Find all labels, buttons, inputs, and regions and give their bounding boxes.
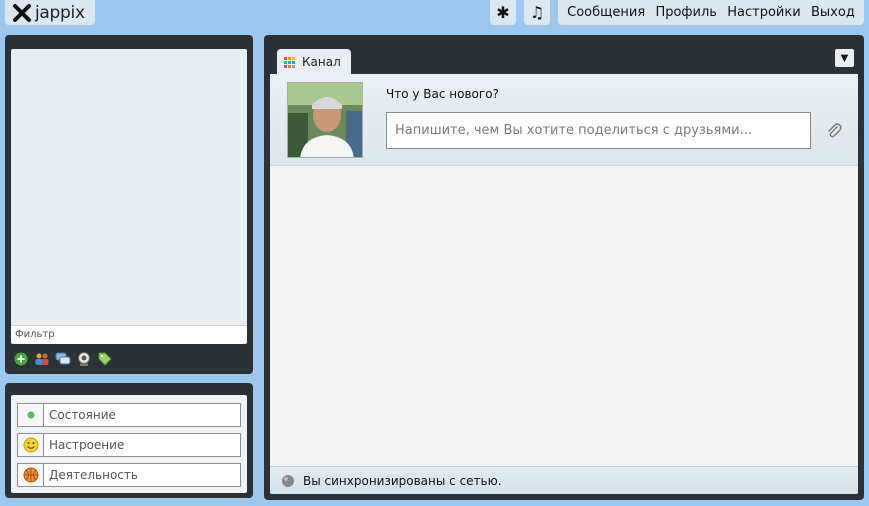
status-dot-icon (18, 404, 44, 426)
activity-selector[interactable]: Деятельность (17, 463, 241, 487)
presence-label: Состояние (49, 408, 116, 422)
status-list: Состояние Настроение Деятельность (11, 395, 247, 493)
mood-smiley-icon (18, 434, 44, 456)
roster-toolbar (13, 351, 113, 367)
mood-label: Настроение (49, 438, 125, 452)
activity-label: Деятельность (49, 468, 138, 482)
directory-icon[interactable] (76, 351, 92, 367)
menu-logout[interactable]: Выход (811, 5, 855, 20)
muc-join-icon[interactable] (55, 351, 71, 367)
mood-selector[interactable]: Настроение (17, 433, 241, 457)
menu-profile[interactable]: Профиль (655, 5, 717, 20)
compose-area: Что у Вас нового? (270, 74, 858, 166)
filter-input[interactable]: Фильтр (11, 325, 247, 344)
activity-ball-icon (18, 464, 44, 486)
status-panel: Состояние Настроение Деятельность (5, 383, 253, 498)
jappix-logo-icon (13, 3, 31, 22)
channel-menu-button[interactable]: ▼ (835, 49, 854, 67)
menu-messages[interactable]: Сообщения (567, 5, 645, 20)
channel-panel: Канал ▼ Что у Вас нового? Напишите, чем … (264, 35, 864, 500)
tag-icon[interactable] (97, 351, 113, 367)
compose-input[interactable] (386, 112, 811, 149)
presence-selector[interactable]: Состояние (17, 403, 241, 427)
sync-status-bar: Вы синхронизированы с сетью. (270, 466, 858, 494)
sync-globe-icon (282, 474, 294, 487)
star-button[interactable]: ✱ (490, 0, 516, 25)
music-button[interactable]: ♫ (524, 0, 550, 25)
logo-text: jappix (35, 2, 85, 23)
roster-panel: Фильтр (5, 35, 253, 374)
channel-body: Что у Вас нового? Вы синхронизированы с … (270, 74, 858, 494)
menu-settings[interactable]: Настройки (727, 5, 800, 20)
paperclip-icon[interactable] (826, 123, 842, 139)
add-contact-icon[interactable] (13, 351, 29, 367)
tab-channel-label: Канал (302, 55, 341, 69)
sync-status-text: Вы синхронизированы с сетью. (303, 473, 502, 488)
top-menu: Сообщения Профиль Настройки Выход (558, 0, 864, 25)
app-logo[interactable]: jappix (5, 0, 95, 25)
compose-question: Что у Вас нового? (386, 87, 499, 101)
channel-grid-icon (284, 56, 295, 68)
group-chat-icon[interactable] (34, 351, 50, 367)
contact-list[interactable] (11, 49, 247, 325)
tab-channel[interactable]: Канал (277, 49, 351, 75)
avatar (287, 82, 363, 158)
